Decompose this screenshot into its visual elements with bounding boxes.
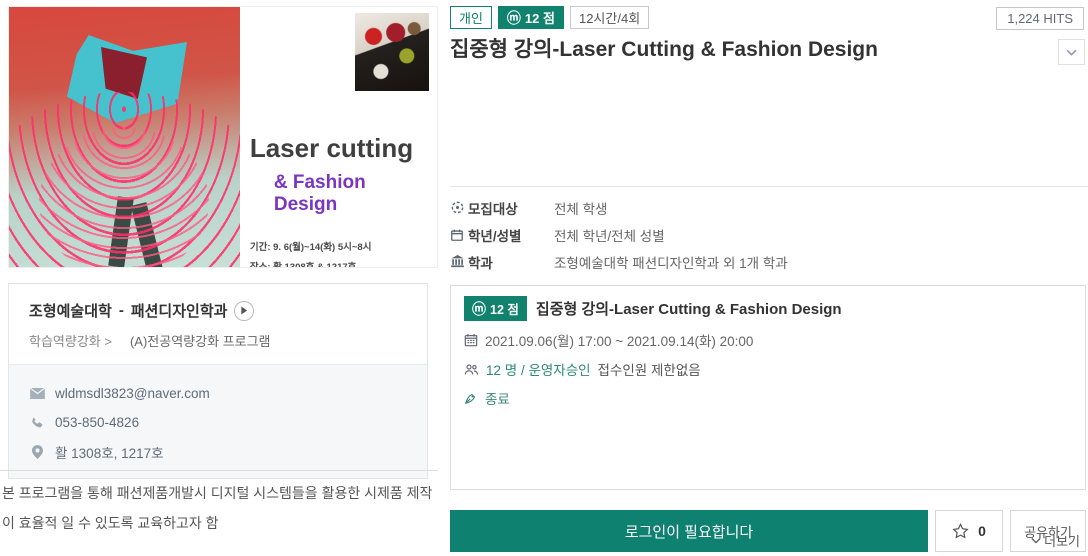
divider [450,186,1088,187]
contact-phone-row: 053-850-4826 [29,408,407,437]
target-icon [450,200,468,215]
category-path[interactable]: 학습역량강화 > [29,331,112,350]
program-description: 본 프로그램을 통해 패션제품개발시 디지털 시스템들을 활용한 시제품 제작이… [2,478,440,538]
program-type: (A)전공역량강화 프로그램 [130,331,271,350]
info-value: 전체 학생 [554,198,607,218]
poster-text-area: Laser cutting & Fashion Design 기간: 9. 6(… [240,7,437,267]
calendar-icon [450,228,468,242]
poster-subtitle: & Fashion Design [274,172,427,216]
envelope-icon [29,388,45,399]
phone-icon [29,416,45,429]
session-capacity-row: 12 명 / 운영자승인 접수인원 제한없음 [464,359,1072,379]
contact-section: wldmsdl3823@naver.com 053-850-4826 활 130… [9,364,427,478]
session-info-panel: ⓜ 12 점 집중형 강의-Laser Cutting & Fashion De… [450,285,1086,490]
session-date: 2021.09.06(월) 17:00 ~ 2021.09.14(화) 20:0… [485,330,753,350]
program-category-row: 학습역량강화 > (A)전공역량강화 프로그램 [29,331,407,350]
session-points-label: 12 점 [490,299,519,318]
poster-lasercut-net [39,127,209,267]
contact-phone: 053-850-4826 [55,415,139,430]
poster-title: Laser cutting [250,133,427,164]
badge-hours: 12시간/4회 [570,6,649,29]
contact-email-row: wldmsdl3823@naver.com [29,379,407,408]
poster-model-photo [9,7,240,267]
login-required-button[interactable]: 로그인이 필요합니다 [450,510,928,552]
program-poster-image: Laser cutting & Fashion Design 기간: 9. 6(… [8,6,438,268]
poster-details: 기간: 9. 6(월)~14(화) 5시~8시 장소: 활 1308호 & 12… [250,238,427,268]
info-label: 학년/성별 [468,225,554,245]
play-button[interactable] [234,301,254,321]
building-icon [450,254,468,269]
info-value: 조형예술대학 패션디자인학과 외 1개 학과 [554,252,788,272]
info-row-target: 모집대상 전체 학생 [450,194,1088,221]
session-points-badge: ⓜ 12 점 [464,296,527,321]
department-name: 패션디자인학과 [131,300,228,321]
poster-detail-place: 장소: 활 1308호 & 1217호 [250,258,427,268]
hits-counter: 1,224 HITS [996,7,1084,30]
department-expand-button[interactable] [1058,39,1085,65]
session-capacity-note: 접수인원 제한없음 [598,359,701,379]
badge-mileage-points: ⓜ 12 점 [498,6,564,29]
college-name: 조형예술대학 [29,300,112,321]
runway-photo-thumbnail [355,13,429,91]
divider [0,470,438,471]
info-value: 전체 학년/전체 성별 [554,225,665,245]
pen-icon [464,391,478,405]
badge-row: 개인 ⓜ 12 점 12시간/4회 [450,6,649,29]
star-icon [952,523,969,539]
session-status: 종료 [485,388,510,408]
people-icon [464,363,479,376]
session-status-row: 종료 [464,388,1072,408]
contact-email: wldmsdl3823@naver.com [55,386,210,401]
session-date-row: 2021.09.06(월) 17:00 ~ 2021.09.14(화) 20:0… [464,330,1072,350]
chevron-down-icon [1031,537,1041,544]
contact-location: 활 1308호, 1217호 [55,442,164,462]
poster-detail-period: 기간: 9. 6(월)~14(화) 5시~8시 [250,238,427,258]
program-detail-page: Laser cutting & Fashion Design 기간: 9. 6(… [0,0,1088,556]
favorite-button[interactable]: 0 [935,510,1003,552]
session-header: ⓜ 12 점 집중형 강의-Laser Cutting & Fashion De… [464,296,1072,321]
department-card-top: 조형예술대학 - 패션디자인학과 학습역량강화 > (A)전공역량강화 프로그램 [9,284,427,364]
info-row-department: 학과 조형예술대학 패션디자인학과 외 1개 학과 [450,248,1088,275]
program-info-rows: 모집대상 전체 학생 학년/성별 전체 학년/전체 성별 학과 조형예술대학 패… [450,194,1088,275]
department-title-row: 조형예술대학 - 패션디자인학과 [29,300,407,321]
mileage-icon: ⓜ [472,302,486,316]
program-summary-column: 개인 ⓜ 12 점 12시간/4회 1,224 HITS 집중형 강의-Lase… [450,0,1088,556]
info-label: 모집대상 [468,198,554,218]
session-capacity: 12 명 / 운영자승인 [486,359,591,379]
show-more-label: 더보기 [1044,531,1080,550]
chevron-down-icon [1066,49,1077,56]
favorite-count: 0 [978,523,986,539]
badge-points-label: 12 점 [525,8,555,27]
show-more-link[interactable]: 더보기 [1031,531,1080,550]
title-dash: - [119,302,124,319]
department-card: 조형예술대학 - 패션디자인학과 학습역량강화 > (A)전공역량강화 프로그램… [8,283,428,479]
info-row-grade-gender: 학년/성별 전체 학년/전체 성별 [450,221,1088,248]
mileage-icon: ⓜ [507,11,521,25]
info-label: 학과 [468,252,554,272]
page-title: 집중형 강의-Laser Cutting & Fashion Design [450,33,878,63]
calendar-icon [464,333,478,347]
badge-personal: 개인 [450,6,492,29]
map-pin-icon [29,445,45,459]
action-bar: 로그인이 필요합니다 0 공유하기 [450,510,1086,552]
session-title: 집중형 강의-Laser Cutting & Fashion Design [536,298,842,319]
contact-location-row: 활 1308호, 1217호 [29,437,407,466]
